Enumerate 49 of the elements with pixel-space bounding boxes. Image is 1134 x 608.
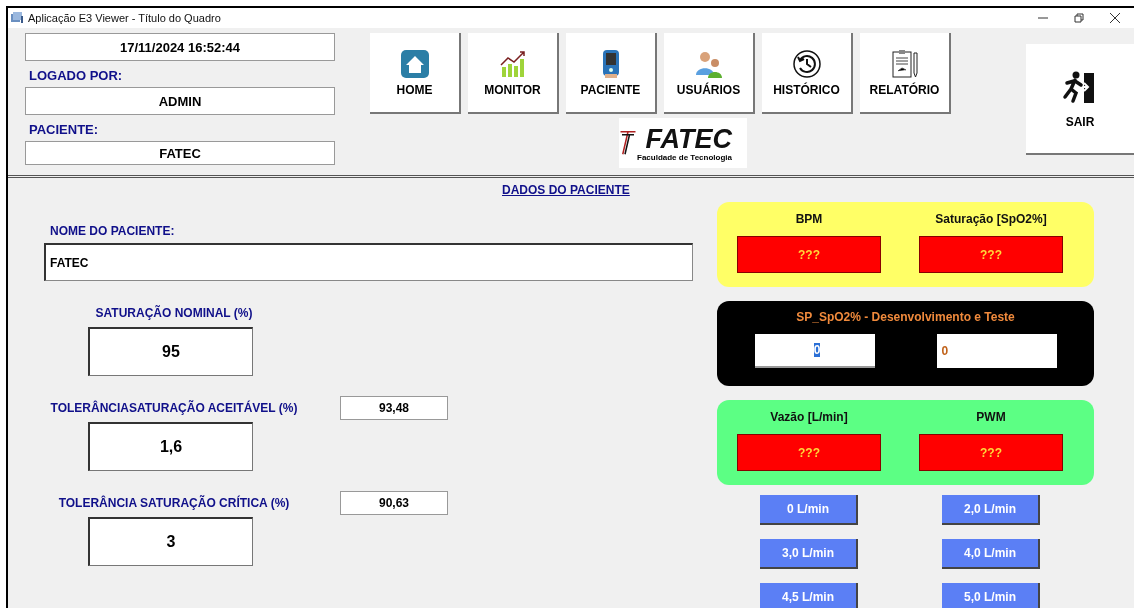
logo-name: FATEC — [645, 124, 732, 153]
section-title: DADOS DO PACIENTE — [502, 183, 630, 197]
flow-button[interactable]: 4,0 L/min — [942, 539, 1040, 569]
reading-display: ??? — [919, 434, 1063, 471]
nav-button[interactable]: RELATÓRIO — [860, 33, 951, 114]
patient-label: PACIENTE: — [29, 122, 100, 137]
reading-label: Vazão [L/min] — [770, 410, 848, 424]
test-field[interactable]: 0 — [936, 334, 1057, 368]
nav-button[interactable]: MONITOR — [468, 33, 559, 114]
clock-icon — [791, 48, 822, 79]
clipboard-icon — [889, 48, 920, 79]
patient-name-label: NOME DO PACIENTE: — [50, 224, 176, 238]
exit-button[interactable]: SAIR — [1026, 44, 1134, 155]
logo-subtitle: Faculdade de Tecnologia — [637, 152, 732, 162]
close-icon[interactable] — [1110, 13, 1120, 23]
reading-label: BPM — [795, 212, 823, 226]
flow-button[interactable]: 3,0 L/min — [760, 539, 858, 569]
result-display: 90,63 — [340, 491, 448, 515]
parameter-field[interactable]: 3 — [88, 517, 253, 566]
reading-display: ??? — [737, 236, 881, 273]
flow-button[interactable]: 4,5 L/min — [760, 583, 858, 608]
parameter-label: SATURAÇÃO NOMINAL (%) — [94, 306, 254, 320]
reading-label: PWM — [976, 410, 1006, 424]
app-icon — [10, 11, 24, 25]
reading-display: ??? — [919, 236, 1063, 273]
parameter-field[interactable]: 1,6 — [88, 422, 253, 471]
nav-button[interactable]: PACIENTE — [566, 33, 657, 114]
parameter-label: TOLERÂNCIASATURAÇÃO ACEITÁVEL (%) — [49, 401, 299, 415]
reading-display: ??? — [737, 434, 881, 471]
test-field[interactable]: 0 — [754, 334, 875, 368]
window-title: Aplicação E3 Viewer - Título do Quadro — [28, 12, 221, 24]
flow-button[interactable]: 5,0 L/min — [942, 583, 1040, 608]
restore-icon[interactable] — [1074, 13, 1084, 23]
datetime-display: 17/11/2024 16:52:44 — [25, 33, 335, 61]
user-display: ADMIN — [25, 87, 335, 115]
nav-button[interactable]: USUÁRIOS — [664, 33, 755, 114]
result-display: 93,48 — [340, 396, 448, 420]
nav-button[interactable]: HOME — [370, 33, 461, 114]
user-label: LOGADO POR: — [29, 68, 124, 83]
home-icon — [399, 48, 430, 79]
test-title: SP_SpO2% - Desenvolvimento e Teste — [796, 310, 1015, 324]
nav-button[interactable]: HISTÓRICO — [762, 33, 853, 114]
parameter-label: TOLERÂNCIA SATURAÇÃO CRÍTICA (%) — [57, 496, 291, 510]
patient-name-field[interactable]: FATEC — [44, 243, 693, 281]
reading-label: Saturação [SpO2%] — [935, 212, 1047, 226]
patient-display: FATEC — [25, 141, 335, 165]
flow-button[interactable]: 2,0 L/min — [942, 495, 1040, 525]
parameter-field[interactable]: 95 — [88, 327, 253, 376]
flow-button[interactable]: 0 L/min — [760, 495, 858, 525]
